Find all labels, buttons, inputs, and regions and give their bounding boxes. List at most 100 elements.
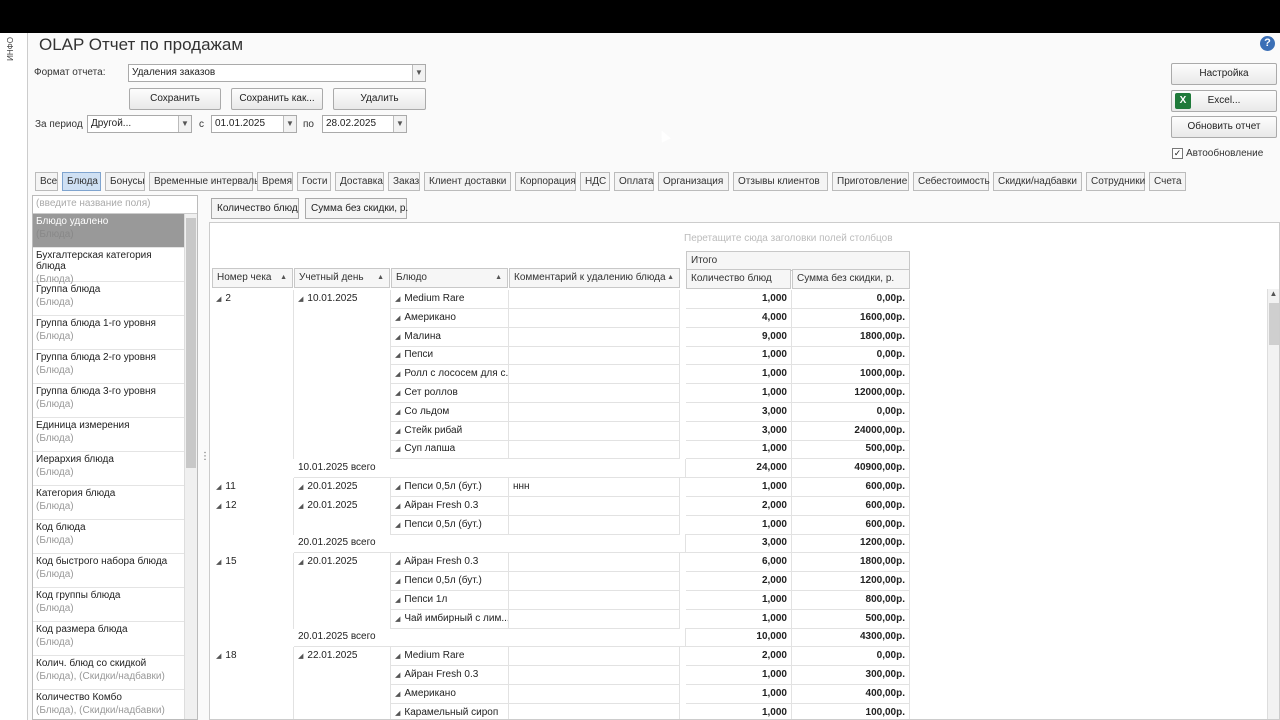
field-list-item[interactable]: Группа блюда 2-го уровня (Блюда) — [33, 350, 185, 384]
table-row[interactable]: ◢ Ролл с лососем для с... 1,000 1000,00р. — [210, 365, 910, 385]
delete-button[interactable]: Удалить — [333, 88, 426, 110]
chevron-down-icon[interactable]: ▼ — [178, 116, 191, 132]
table-row[interactable]: ◢ Карамельный сироп 1,000 100,00р. — [210, 703, 910, 719]
tab-0[interactable]: Все — [35, 172, 58, 191]
tab-5[interactable]: Гости — [297, 172, 331, 191]
tab-4[interactable]: Время — [257, 172, 293, 191]
expand-icon[interactable]: ◢ — [395, 578, 400, 585]
tab-12[interactable]: Организация — [658, 172, 729, 191]
table-row[interactable]: 20.01.2025 всего 10,000 4300,00р. — [210, 628, 910, 648]
field-list-item[interactable]: Группа блюда (Блюда) — [33, 282, 185, 316]
tab-9[interactable]: Корпорация — [515, 172, 576, 191]
expand-icon[interactable]: ◢ — [395, 653, 400, 660]
field-list-item[interactable]: Колич. блюд со скидкой (Блюда), (Скидки/н… — [33, 656, 185, 690]
expand-icon[interactable]: ◢ — [395, 710, 400, 717]
tab-8[interactable]: Клиент доставки — [424, 172, 511, 191]
expand-icon[interactable]: ◢ — [395, 597, 400, 604]
table-row[interactable]: ◢ Сет роллов 1,000 12000,00р. — [210, 384, 910, 403]
expand-icon[interactable]: ◢ — [395, 672, 400, 679]
excel-button[interactable]: X Excel... — [1171, 90, 1277, 112]
field-list-item[interactable]: Код блюда (Блюда) — [33, 520, 185, 554]
expand-icon[interactable]: ◢ — [395, 559, 400, 566]
scrollbar-thumb[interactable] — [1269, 303, 1279, 345]
expand-icon[interactable]: ◢ — [216, 484, 221, 491]
table-row[interactable]: 10.01.2025 всего 24,000 40900,00р. — [210, 459, 910, 479]
tab-3[interactable]: Временные интервалы — [149, 172, 261, 191]
chevron-down-icon[interactable]: ▼ — [283, 116, 296, 132]
field-list-item[interactable]: Блюдо удалено (Блюда) — [33, 214, 185, 248]
tab-2[interactable]: Бонусы — [105, 172, 145, 191]
header-check-number[interactable]: Номер чека ▲ — [212, 268, 293, 288]
save-button[interactable]: Сохранить — [129, 88, 221, 110]
table-row[interactable]: ◢ Американо 1,000 400,00р. — [210, 684, 910, 704]
table-row[interactable]: ◢ Пепси 0,5л (бут.) 1,000 600,00р. — [210, 515, 910, 535]
table-row[interactable]: ◢ Айран Fresh 0.3 1,000 300,00р. — [210, 666, 910, 685]
expand-icon[interactable]: ◢ — [395, 446, 400, 453]
table-row[interactable]: ◢ Пепси 1,000 0,00р. — [210, 346, 910, 366]
tab-15[interactable]: Себестоимость — [913, 172, 990, 191]
table-row[interactable]: ◢ Малина 9,000 1800,00р. — [210, 327, 910, 347]
field-list-item[interactable]: Единица измерения (Блюда) — [33, 418, 185, 452]
table-row[interactable]: 20.01.2025 всего 3,000 1200,00р. — [210, 534, 910, 554]
expand-icon[interactable]: ◢ — [395, 616, 400, 623]
tab-7[interactable]: Заказ — [388, 172, 420, 191]
expand-icon[interactable]: ◢ — [216, 296, 221, 303]
header-qty[interactable]: Количество блюд — [686, 269, 791, 289]
date-to-field[interactable]: 28.02.2025 ▼ — [322, 115, 407, 133]
table-row[interactable]: ◢ 12 ◢ 20.01.2025 ◢ Айран Fresh 0.3 2,000 600,0… — [210, 496, 910, 516]
field-list-item[interactable]: Количество Комбо (Блюда), (Скидки/надбавк… — [33, 690, 185, 719]
expand-icon[interactable]: ◢ — [216, 503, 221, 510]
scroll-up-icon[interactable]: ▲ — [1268, 289, 1279, 298]
tab-14[interactable]: Приготовление — [832, 172, 909, 191]
tab-10[interactable]: НДС — [580, 172, 610, 191]
expand-icon[interactable]: ◢ — [395, 296, 400, 303]
expand-icon[interactable]: ◢ — [395, 428, 400, 435]
table-row[interactable]: ◢ Со льдом 3,000 0,00р. — [210, 402, 910, 422]
table-row[interactable]: ◢ Пепси 0,5л (бут.) 2,000 1200,00р. — [210, 572, 910, 591]
expand-icon[interactable]: ◢ — [395, 691, 400, 698]
expand-icon[interactable]: ◢ — [395, 503, 400, 510]
field-list-item[interactable]: Группа блюда 3-го уровня (Блюда) — [33, 384, 185, 418]
side-panel-strip[interactable]: ИНФО — [0, 33, 28, 720]
tab-11[interactable]: Оплата — [614, 172, 654, 191]
field-list-item[interactable]: Иерархия блюда (Блюда) — [33, 452, 185, 486]
table-row[interactable]: ◢ Чай имбирный с лим... 1,000 500,00р. — [210, 609, 910, 629]
data-field-chip[interactable]: Сумма без скидки, р. — [305, 198, 408, 219]
refresh-report-button[interactable]: Обновить отчет — [1171, 116, 1277, 138]
expand-icon[interactable]: ◢ — [298, 559, 303, 566]
table-row[interactable]: ◢ Пепси 1л 1,000 800,00р. — [210, 590, 910, 610]
table-row[interactable]: ◢ Американо 4,000 1600,00р. — [210, 308, 910, 328]
autorefresh-checkbox[interactable]: ✓ — [1172, 148, 1183, 159]
field-list-item[interactable]: Код размера блюда (Блюда) — [33, 622, 185, 656]
period-preset-select[interactable]: Другой... ▼ — [87, 115, 192, 133]
expand-icon[interactable]: ◢ — [395, 315, 400, 322]
scrollbar-thumb[interactable] — [186, 218, 196, 468]
expand-icon[interactable]: ◢ — [216, 653, 221, 660]
table-row[interactable]: ◢ 11 ◢ 20.01.2025 ◢ Пепси 0,5л (бут.) ннн 1,000… — [210, 478, 910, 497]
field-search-input[interactable]: (введите название поля) — [33, 196, 197, 214]
expand-icon[interactable]: ◢ — [395, 334, 400, 341]
table-row[interactable]: ◢ Суп лапша 1,000 500,00р. — [210, 440, 910, 460]
tab-17[interactable]: Сотрудники — [1086, 172, 1145, 191]
expand-icon[interactable]: ◢ — [395, 484, 400, 491]
header-delete-comment[interactable]: Комментарий к удалению блюда ▲ — [509, 268, 680, 288]
table-row[interactable]: ◢ 2 ◢ 10.01.2025 ◢ Medium Rare 1,000 0,00р. — [210, 290, 910, 309]
expand-icon[interactable]: ◢ — [298, 503, 303, 510]
tab-1[interactable]: Блюда — [62, 172, 101, 191]
table-row[interactable]: ◢ Стейк рибай 3,000 24000,00р. — [210, 421, 910, 441]
field-list-item[interactable]: Категория блюда (Блюда) — [33, 486, 185, 520]
field-list-item[interactable]: Код быстрого набора блюда (Блюда) — [33, 554, 185, 588]
settings-button[interactable]: Настройка — [1171, 63, 1277, 85]
help-icon[interactable]: ? — [1260, 36, 1275, 51]
expand-icon[interactable]: ◢ — [395, 371, 400, 378]
format-select[interactable]: Удаления заказов ▼ — [128, 64, 426, 82]
date-from-field[interactable]: 01.01.2025 ▼ — [211, 115, 297, 133]
chevron-down-icon[interactable]: ▼ — [412, 65, 425, 81]
save-as-button[interactable]: Сохранить как... — [231, 88, 323, 110]
expand-icon[interactable]: ◢ — [298, 484, 303, 491]
grid-vertical-scrollbar[interactable]: ▲ — [1267, 289, 1279, 719]
field-list-item[interactable]: Бухгалтерская категория блюда (Блюда) — [33, 248, 185, 285]
tab-13[interactable]: Отзывы клиентов — [733, 172, 828, 191]
expand-icon[interactable]: ◢ — [395, 409, 400, 416]
tab-18[interactable]: Счета — [1149, 172, 1186, 191]
